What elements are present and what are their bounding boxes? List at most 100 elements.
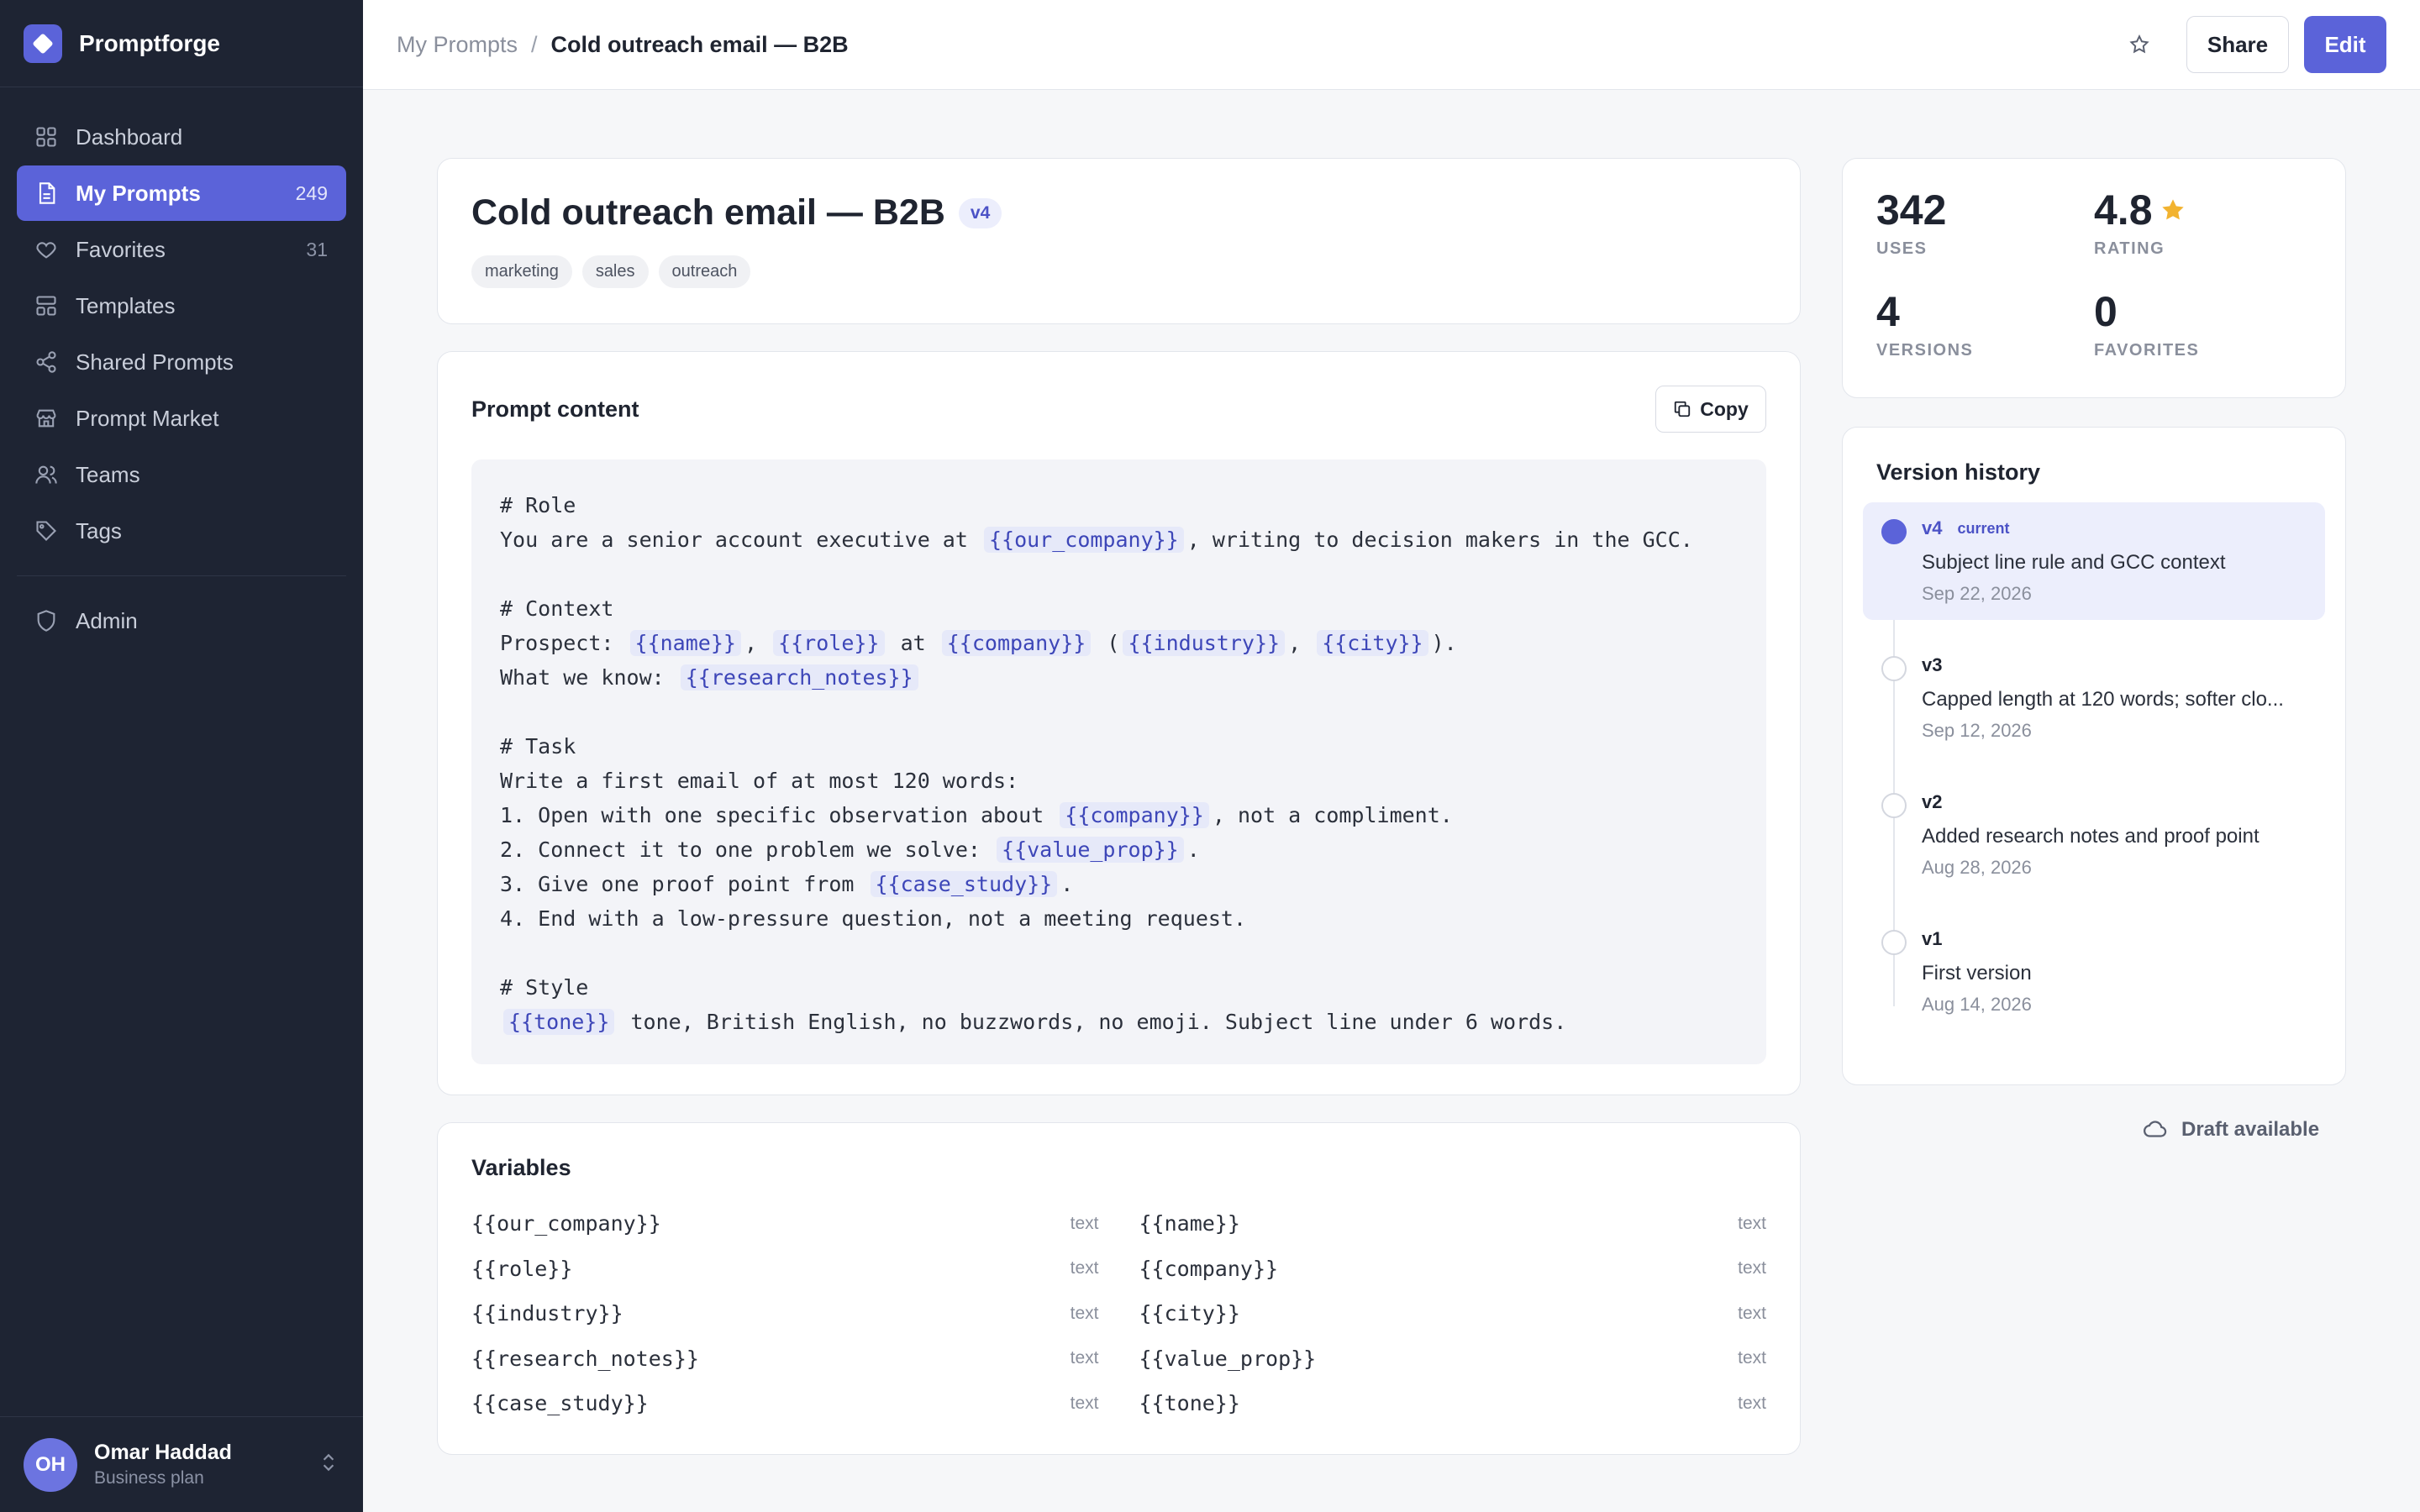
timeline-dot — [1881, 793, 1907, 818]
code-line: 2. Connect it to one problem we solve: {… — [500, 837, 1200, 863]
heart-icon — [34, 237, 59, 262]
section-title: Version history — [1876, 459, 2041, 485]
sidebar-item-label: Admin — [76, 607, 138, 633]
stats-card: 342 USES 4.8 RATING 4 VERSIONS 0 FAVORIT… — [1842, 158, 2346, 398]
shield-icon — [34, 608, 59, 633]
draft-indicator[interactable]: Draft available — [2143, 1117, 2319, 1142]
copy-button[interactable]: Copy — [1655, 386, 1766, 433]
tag-chip[interactable]: outreach — [658, 255, 751, 288]
code-line: 1. Open with one specific observation ab… — [500, 802, 1453, 828]
version-list: v4 current Subject line rule and GCC cont… — [1863, 502, 2325, 1031]
brand-logo-icon — [24, 24, 62, 63]
top-bar: My Prompts / Cold outreach email — B2B S… — [363, 0, 2420, 90]
sidebar-item-teams[interactable]: Teams — [17, 447, 346, 502]
sidebar-item-dashboard[interactable]: Dashboard — [17, 109, 346, 165]
version-item[interactable]: v1 First version Aug 14, 2026 — [1863, 913, 2325, 1031]
current-badge: current — [1957, 519, 2010, 537]
page-title: Cold outreach email — B2B — [471, 192, 945, 233]
sidebar-item-prompt-market[interactable]: Prompt Market — [17, 391, 346, 446]
section-title: Variables — [471, 1155, 571, 1180]
variable-token: {{tone}} — [503, 1009, 615, 1035]
sidebar-item-label: Teams — [76, 461, 140, 487]
brand-name: Promptforge — [79, 29, 220, 56]
code-line: 3. Give one proof point from {{case_stud… — [500, 871, 1074, 897]
timeline-dot — [1881, 519, 1907, 544]
code-line: Prospect: {{name}}, {{role}} at {{compan… — [500, 630, 1457, 656]
variable-token: {{name}} — [629, 630, 741, 656]
breadcrumb-current: Cold outreach email — B2B — [550, 31, 849, 57]
variable-row: {{name}} text — [1139, 1211, 1767, 1236]
tag-chip[interactable]: sales — [581, 255, 649, 288]
sidebar-item-tags[interactable]: Tags — [17, 503, 346, 559]
share-button[interactable]: Share — [2186, 16, 2289, 73]
breadcrumb: My Prompts / Cold outreach email — B2B — [397, 32, 2118, 58]
user-plan: Business plan — [94, 1468, 204, 1488]
sidebar-item-label: Dashboard — [76, 123, 183, 150]
template-icon — [34, 293, 59, 318]
chevron-up-down-icon[interactable] — [318, 1452, 339, 1478]
brand[interactable]: Promptforge — [0, 0, 363, 87]
code-line: # Role — [500, 493, 576, 517]
variable-token: {{company}} — [941, 630, 1092, 656]
variable-row: {{industry}} text — [471, 1301, 1099, 1326]
variable-token: {{our_company}} — [983, 527, 1184, 553]
sidebar-item-favorites[interactable]: Favorites 31 — [17, 222, 346, 277]
draft-label: Draft available — [2181, 1118, 2320, 1141]
variable-token: {{value_prop}} — [997, 837, 1184, 863]
variable-row: {{tone}} text — [1139, 1391, 1767, 1416]
variables-card: Variables {{our_company}} text {{name}} te… — [437, 1122, 1801, 1455]
dashboard-icon — [34, 124, 59, 150]
version-item[interactable]: v4 current Subject line rule and GCC cont… — [1863, 502, 2325, 620]
variable-token: {{industry}} — [1123, 630, 1286, 656]
version-item[interactable]: v2 Added research notes and proof point … — [1863, 776, 2325, 894]
tag-list: marketing sales outreach — [471, 255, 1766, 288]
sidebar-nav: Dashboard My Prompts 249 Favorites 31 Te… — [0, 87, 363, 648]
sidebar-item-count: 31 — [306, 238, 328, 260]
cloud-icon — [2144, 1121, 2167, 1137]
user-name: Omar Haddad — [94, 1441, 232, 1464]
timeline-dot — [1881, 656, 1907, 681]
variable-token: {{research_notes}} — [680, 664, 918, 690]
sidebar-item-label: Favorites — [76, 236, 166, 262]
sidebar-item-admin[interactable]: Admin — [17, 593, 346, 648]
sidebar-item-label: My Prompts — [76, 180, 201, 206]
document-icon — [34, 181, 59, 206]
sidebar-item-label: Prompt Market — [76, 405, 219, 431]
users-icon — [34, 462, 59, 487]
breadcrumb-parent-link[interactable]: My Prompts — [397, 32, 518, 58]
prompt-content-header: Prompt content Copy — [471, 386, 1766, 433]
star-icon — [2129, 34, 2149, 54]
stat-uses: 342 USES — [1876, 186, 1947, 258]
tag-chip[interactable]: marketing — [471, 255, 572, 288]
sidebar-item-templates[interactable]: Templates — [17, 278, 346, 333]
code-line: Write a first email of at most 120 words… — [500, 769, 1019, 793]
sidebar-item-my-prompts[interactable]: My Prompts 249 — [17, 165, 346, 221]
prompt-code-block[interactable]: # Role You are a senior account executiv… — [471, 459, 1766, 1064]
user-info: Omar Haddad Business plan — [94, 1441, 318, 1488]
star-filled-icon — [2161, 199, 2184, 220]
sidebar-divider — [17, 575, 346, 576]
variable-row: {{role}} text — [471, 1256, 1099, 1281]
user-menu[interactable]: OH Omar Haddad Business plan — [0, 1416, 363, 1512]
version-item[interactable]: v3 Capped length at 120 words; softer cl… — [1863, 639, 2325, 757]
version-badge: v4 — [958, 197, 1002, 228]
breadcrumb-separator: / — [531, 31, 538, 57]
sidebar-item-count: 249 — [295, 181, 328, 204]
edit-button[interactable]: Edit — [2304, 16, 2386, 73]
variable-token: {{case_study}} — [870, 871, 1058, 897]
prompt-header-card: Cold outreach email — B2B v4 marketing s… — [437, 158, 1801, 324]
code-line: # Task — [500, 734, 576, 759]
copy-icon — [1675, 401, 1691, 417]
code-line: # Context — [500, 596, 614, 621]
section-title: Prompt content — [471, 396, 639, 422]
sidebar-item-label: Tags — [76, 517, 122, 543]
avatar: OH — [24, 1437, 77, 1492]
code-line: {{tone}} tone, British English, no buzzw… — [500, 1005, 1738, 1039]
code-line: What we know: {{research_notes}} — [500, 660, 1738, 695]
sidebar-item-shared-prompts[interactable]: Shared Prompts — [17, 334, 346, 390]
variable-row: {{company}} text — [1139, 1256, 1767, 1281]
tag-icon — [34, 518, 59, 543]
favorite-star-button[interactable] — [2118, 23, 2161, 66]
sidebar: Promptforge Dashboard My Prompts 249 Fav… — [0, 0, 363, 1512]
sidebar-item-label: Templates — [76, 292, 176, 318]
